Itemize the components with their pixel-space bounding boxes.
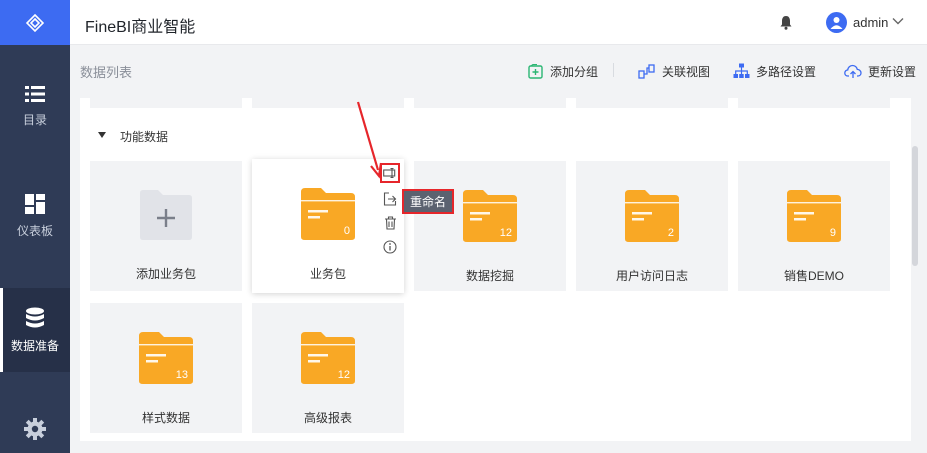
delete-button[interactable] [380,213,400,233]
multi-path-icon [733,63,750,78]
folder-icon: 12 [300,331,356,385]
chevron-down-icon[interactable] [892,17,904,25]
sidebar-item-label: 仪表板 [16,223,53,238]
add-package-label: 添加业务包 [135,267,196,281]
rename-tooltip: 重命名 [402,189,454,214]
update-settings-button[interactable]: 更新设置 [844,62,916,80]
add-group-icon [528,63,543,79]
package-tile[interactable]: 2 用户访问日志 [576,161,728,291]
package-tile[interactable]: 12 高级报表 [252,303,404,433]
relation-view-label: 关联视图 [662,64,711,79]
info-button[interactable] [380,237,400,257]
bell-icon[interactable] [779,15,793,30]
sidebar-item-catalog[interactable]: 目录 [0,70,70,142]
tile[interactable] [414,98,566,108]
multi-path-label: 多路径设置 [756,64,817,79]
username[interactable]: admin [853,15,888,30]
toolbar-divider [613,63,614,77]
package-count: 12 [337,369,350,381]
sidebar-item-label: 目录 [22,112,47,127]
sidebar-item-label: 数据准备 [10,338,59,353]
package-name: 样式数据 [141,411,190,425]
multi-path-button[interactable]: 多路径设置 [733,62,816,80]
sidebar-item-dashboard[interactable]: 仪表板 [0,180,70,252]
package-tile[interactable]: 9 销售DEMO [738,161,890,291]
package-count: 12 [499,227,512,239]
list-icon [25,85,45,102]
delete-icon [384,216,396,230]
page-title: 数据列表 [80,65,133,80]
package-tile[interactable]: 12 数据挖掘 [414,161,566,291]
package-count: 13 [175,369,188,381]
package-name: 销售DEMO [783,269,844,283]
collapse-caret-icon[interactable] [98,132,106,138]
relation-view-button[interactable]: 关联视图 [638,62,710,80]
package-count: 0 [343,225,350,237]
info-icon [383,240,397,254]
logo[interactable] [0,0,70,45]
annotation-arrow [356,101,383,179]
relation-view-icon [638,63,655,79]
folder-icon: 0 [300,187,356,241]
add-package-tile[interactable]: 添加业务包 [90,161,242,291]
tile[interactable] [90,98,242,108]
package-name: 高级报表 [303,411,352,425]
avatar[interactable] [826,12,847,33]
database-icon [26,307,44,327]
folder-icon: 2 [624,189,680,243]
package-name: 用户访问日志 [615,269,688,283]
gear-icon[interactable] [24,418,46,440]
folder-icon: 12 [462,189,518,243]
add-folder-icon [140,190,192,240]
add-group-label: 添加分组 [550,64,599,79]
package-name: 数据挖掘 [465,269,514,283]
package-count: 2 [667,227,674,239]
scrollbar[interactable] [912,146,918,266]
rename-icon [383,168,396,178]
package-name: 业务包 [309,267,346,281]
user-icon [830,17,843,29]
update-settings-label: 更新设置 [868,64,917,79]
package-count: 9 [829,227,836,239]
cloud-update-icon [844,64,862,78]
folder-icon: 9 [786,189,842,243]
folder-icon: 13 [138,331,194,385]
top-bar: FineBI商业智能 admin [70,0,927,45]
move-button[interactable] [380,189,400,209]
package-tile[interactable]: 13 样式数据 [90,303,242,433]
group-title[interactable]: 功能数据 [120,128,168,145]
dashboard-icon [25,193,45,214]
tile[interactable] [738,98,890,108]
sidebar: 目录 仪表板 数据准备 [0,0,70,453]
logo-icon [25,13,45,32]
add-group-button[interactable]: 添加分组 [528,62,598,80]
app-title: FineBI商业智能 [85,19,196,36]
tile[interactable] [576,98,728,108]
sidebar-item-data-prep[interactable]: 数据准备 [0,288,70,372]
move-icon [383,192,397,206]
